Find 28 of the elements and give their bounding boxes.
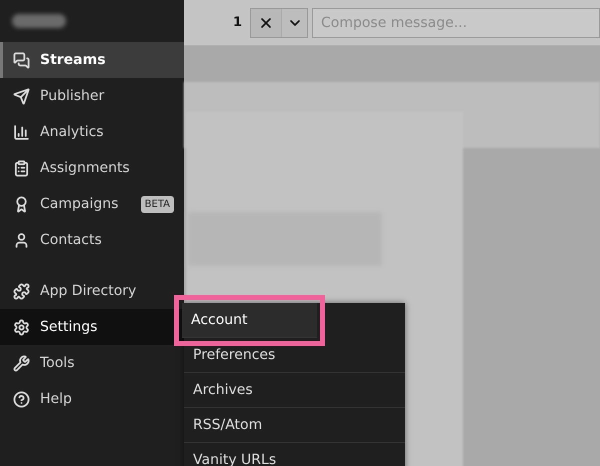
menu-item[interactable]: RSS/Atom bbox=[184, 408, 405, 443]
chat-bubbles-icon bbox=[13, 52, 30, 68]
sidebar-item[interactable]: Streams bbox=[0, 42, 184, 78]
sidebar-item[interactable]: Help bbox=[0, 381, 184, 417]
sidebar-item[interactable]: Analytics bbox=[0, 114, 184, 150]
menu-item[interactable]: Archives bbox=[184, 373, 405, 408]
wrench-icon bbox=[13, 354, 30, 372]
close-button[interactable] bbox=[251, 8, 281, 36]
settings-icon bbox=[13, 318, 30, 336]
person-icon bbox=[13, 232, 30, 248]
paper-plane-icon bbox=[13, 88, 30, 104]
bar-chart-icon bbox=[13, 124, 30, 140]
sidebar-item[interactable]: Assignments bbox=[0, 150, 184, 186]
sidebar-item[interactable]: Tools bbox=[0, 345, 184, 381]
dropdown-button[interactable] bbox=[281, 8, 307, 36]
compose-field[interactable]: Compose message... bbox=[312, 8, 600, 38]
help-icon bbox=[13, 390, 30, 408]
beta-badge: BETA bbox=[140, 196, 174, 212]
blurred-logo bbox=[12, 14, 66, 28]
sidebar-item[interactable]: Contacts bbox=[0, 222, 184, 258]
menu-item[interactable]: Preferences bbox=[184, 338, 405, 373]
sidebar-item[interactable]: Publisher bbox=[0, 78, 184, 114]
count-label: 1 bbox=[232, 14, 243, 32]
sidebar-item[interactable]: App Directory bbox=[0, 273, 184, 309]
clipboard-icon bbox=[13, 160, 30, 176]
puzzle-piece-icon bbox=[13, 282, 30, 300]
sidebar-item[interactable]: Settings bbox=[0, 309, 184, 345]
sidebar-item[interactable]: Campaigns BETA bbox=[0, 186, 184, 222]
